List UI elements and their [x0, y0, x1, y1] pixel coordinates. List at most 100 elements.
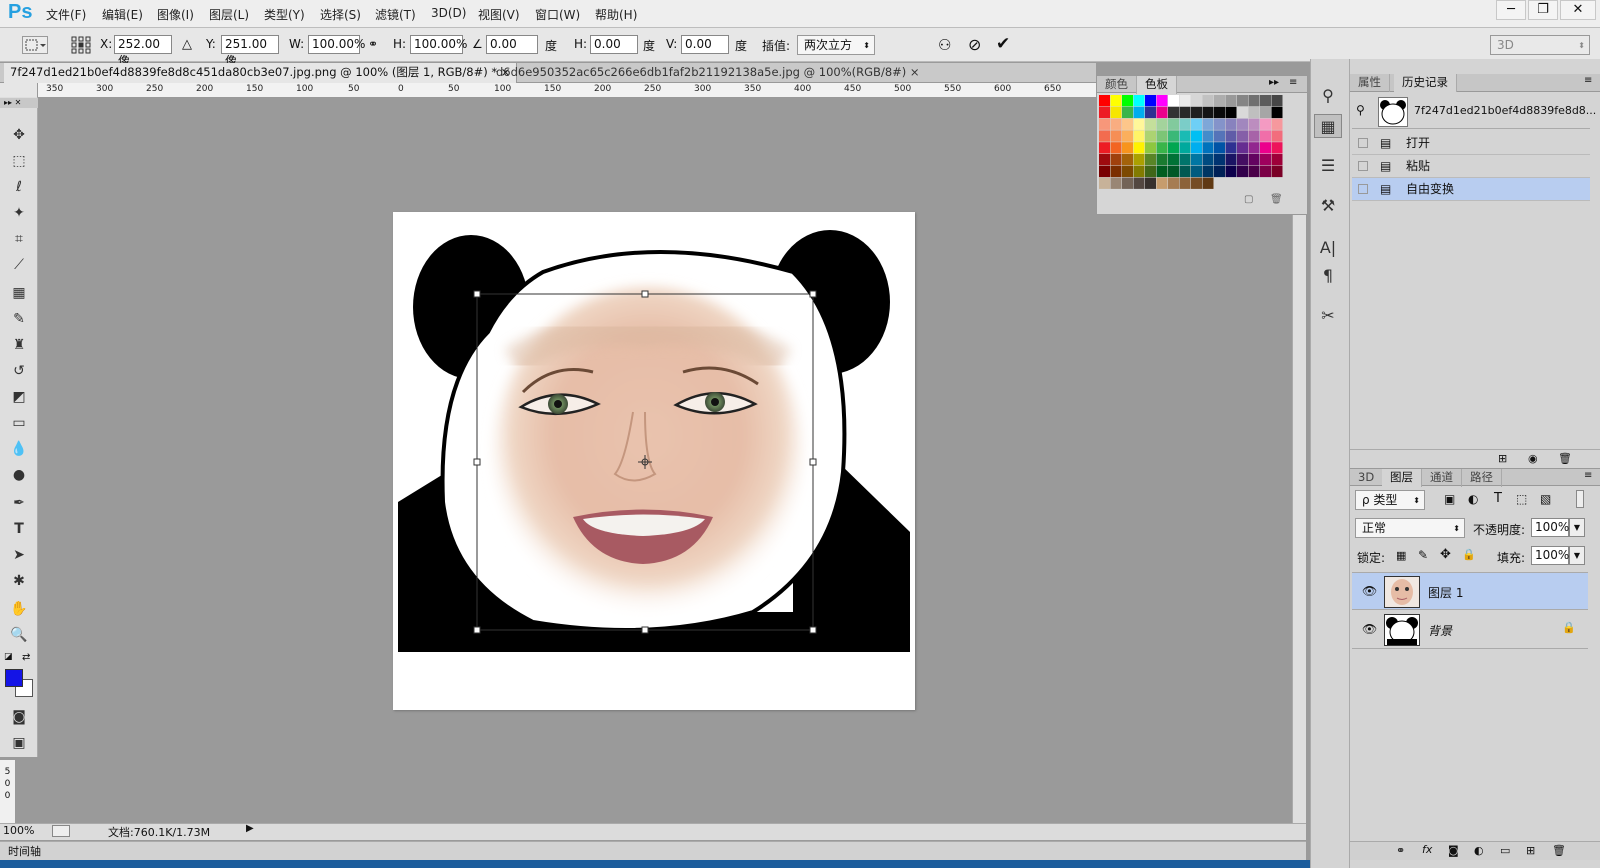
lock-position-icon[interactable]: ✥: [1440, 547, 1451, 562]
menu-layer[interactable]: 图层(L): [209, 6, 249, 23]
swatch-cell[interactable]: [1168, 118, 1179, 130]
swatch-cell[interactable]: [1156, 177, 1168, 189]
swatch-cell[interactable]: [1122, 154, 1133, 166]
swatch-cell[interactable]: [1110, 95, 1122, 107]
swatch-cell[interactable]: [1191, 118, 1202, 130]
swatch-cell[interactable]: [1156, 118, 1168, 130]
swatch-cell[interactable]: [1202, 165, 1214, 178]
pen-tool-icon[interactable]: ✒: [8, 492, 30, 514]
clone-stamp-icon[interactable]: ♜: [8, 334, 30, 356]
swatch-cell[interactable]: [1237, 130, 1248, 142]
swatch-cell[interactable]: [1179, 165, 1191, 178]
filter-pixel-icon[interactable]: ▣: [1444, 492, 1455, 506]
clone-source-icon[interactable]: ⚒: [1314, 194, 1342, 218]
lock-all-icon[interactable]: 🔒: [1462, 548, 1476, 561]
swatch-cell[interactable]: [1260, 130, 1271, 142]
swatch-cell[interactable]: [1099, 106, 1110, 119]
swatch-cell[interactable]: [1260, 165, 1271, 178]
swatch-cell[interactable]: [1168, 95, 1179, 107]
tab-channels[interactable]: 通道: [1422, 469, 1462, 487]
layer-row-selected[interactable]: 👁 图层 1: [1352, 572, 1588, 610]
blur-icon[interactable]: 💧: [8, 438, 30, 460]
swatch-cell[interactable]: [1214, 154, 1225, 166]
swatch-cell[interactable]: [1179, 154, 1191, 166]
tab-document-1[interactable]: 7f247d1ed21b0ef4d8839fe8d8c451da80cb3e07…: [4, 63, 518, 83]
swatch-cell[interactable]: [1237, 165, 1248, 178]
swatch-cell[interactable]: [1225, 142, 1237, 154]
zoom-tool-icon[interactable]: 🔍: [8, 624, 30, 646]
swatch-cell[interactable]: [1099, 130, 1110, 142]
new-swatch-icon[interactable]: ▢: [1244, 194, 1253, 205]
swatch-cell[interactable]: [1225, 106, 1237, 119]
swatch-cell[interactable]: [1202, 130, 1214, 142]
default-colors-icon[interactable]: ◪: [4, 652, 13, 662]
lasso-tool-icon[interactable]: ℓ: [8, 176, 30, 198]
swatch-cell[interactable]: [1202, 177, 1214, 189]
swatch-cell[interactable]: [1248, 142, 1260, 154]
healing-brush-icon[interactable]: ▦: [8, 282, 30, 304]
swatch-cell[interactable]: [1237, 154, 1248, 166]
swatch-cell[interactable]: [1191, 165, 1202, 178]
swatch-cell[interactable]: [1110, 106, 1122, 119]
swatch-cell[interactable]: [1133, 165, 1145, 178]
layer-row[interactable]: 👁 背景 🔒: [1352, 611, 1588, 649]
lock-image-icon[interactable]: ✎: [1418, 548, 1428, 562]
swatch-cell[interactable]: [1110, 154, 1122, 166]
swatch-cell[interactable]: [1110, 130, 1122, 142]
swatch-cell[interactable]: [1260, 118, 1271, 130]
eye-icon[interactable]: 👁: [1362, 584, 1377, 598]
swatch-cell[interactable]: [1156, 95, 1168, 107]
trash-icon[interactable]: 🗑: [1552, 844, 1566, 857]
swatch-cell[interactable]: [1260, 106, 1271, 119]
swatch-cell[interactable]: [1168, 177, 1179, 189]
swatch-cell[interactable]: [1248, 95, 1260, 107]
screen-mode-icon[interactable]: ▣: [8, 732, 30, 754]
menu-view[interactable]: 视图(V): [478, 6, 520, 23]
swatch-cell[interactable]: [1133, 106, 1145, 119]
tab-properties[interactable]: 属性: [1350, 74, 1390, 92]
link-icon[interactable]: ⚭: [368, 37, 378, 51]
swatch-cell[interactable]: [1156, 106, 1168, 119]
menu-3d[interactable]: 3D(D): [431, 6, 466, 20]
swatch-cell[interactable]: [1191, 142, 1202, 154]
swatch-cell[interactable]: [1122, 106, 1133, 119]
commit-transform-icon[interactable]: ✔: [996, 34, 1010, 54]
h-skew-input[interactable]: 0.00: [590, 35, 638, 54]
swatch-cell[interactable]: [1214, 142, 1225, 154]
camera-icon[interactable]: ◉: [1528, 452, 1538, 465]
swatch-cell[interactable]: [1133, 95, 1145, 107]
swatch-cell[interactable]: [1099, 154, 1110, 166]
swap-colors-icon[interactable]: ⇄: [22, 652, 30, 663]
swatch-cell[interactable]: [1179, 118, 1191, 130]
warp-mode-icon[interactable]: ⚇: [938, 36, 951, 54]
tab-3d[interactable]: 3D: [1350, 469, 1384, 487]
trash-icon[interactable]: 🗑: [1558, 452, 1572, 465]
width-input[interactable]: 100.00%: [308, 35, 365, 54]
swatch-cell[interactable]: [1099, 142, 1110, 154]
crop-tool-icon[interactable]: ⌗: [8, 228, 30, 250]
layer-kind-filter[interactable]: ρ 类型 ⬍: [1355, 490, 1425, 510]
swatch-cell[interactable]: [1237, 95, 1248, 107]
folder-icon[interactable]: ▭: [1500, 844, 1510, 857]
menu-type[interactable]: 类型(Y): [264, 6, 305, 23]
swatch-cell[interactable]: [1145, 177, 1156, 189]
height-input[interactable]: 100.00%: [410, 35, 467, 54]
swatch-cell[interactable]: [1179, 177, 1191, 189]
zoom-level[interactable]: 100%: [3, 824, 34, 837]
history-brush-source-icon[interactable]: ⚲: [1356, 103, 1365, 117]
swatch-cell[interactable]: [1225, 118, 1237, 130]
opacity-dropdown-icon[interactable]: ▼: [1569, 518, 1585, 537]
eye-icon[interactable]: 👁: [1362, 622, 1377, 636]
panel-menu-icon[interactable]: ≡: [1584, 75, 1592, 86]
swatch-cell[interactable]: [1099, 118, 1110, 130]
brush-preset-icon[interactable]: ⚲: [1314, 84, 1342, 108]
swatch-cell[interactable]: [1237, 106, 1248, 119]
menu-help[interactable]: 帮助(H): [595, 6, 637, 23]
menu-file[interactable]: 文件(F): [46, 6, 86, 23]
swatch-cell[interactable]: [1225, 130, 1237, 142]
tab-history[interactable]: 历史记录: [1394, 74, 1457, 92]
swatch-cell[interactable]: [1202, 142, 1214, 154]
move-tool-icon[interactable]: ✥: [8, 124, 30, 146]
history-checkbox[interactable]: [1358, 138, 1368, 148]
v-skew-input[interactable]: 0.00: [681, 35, 729, 54]
